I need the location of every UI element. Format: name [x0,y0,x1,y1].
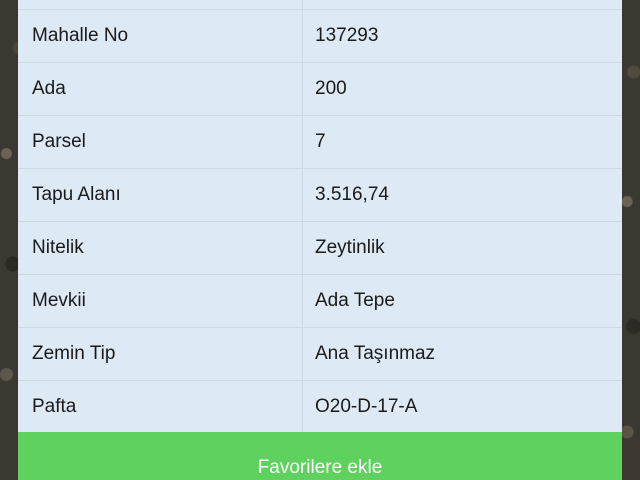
row-value: Ana Taşınmaz [303,328,622,380]
row-value: 7 [303,116,622,168]
row-label: Parsel [18,116,302,168]
row-value: O20-D-17-A [303,381,622,433]
table-row: Mahalle No 137293 [18,10,622,62]
row-label: Mahalle No [18,10,302,62]
add-to-favorites-label: Favorilere ekle [257,457,383,478]
row-label: Pafta [18,381,302,433]
parcel-info-panel: Mahalle No 137293 Ada 200 Parsel 7 Tapu … [18,0,622,480]
row-label [18,0,302,9]
table-row: Mevkii Ada Tepe [18,275,622,327]
table-row: Pafta O20-D-17-A [18,381,622,433]
row-label: Nitelik [18,222,302,274]
parcel-info-table: Mahalle No 137293 Ada 200 Parsel 7 Tapu … [18,0,622,434]
row-label: Tapu Alanı [18,169,302,221]
row-label: Ada [18,63,302,115]
table-row: Tapu Alanı 3.516,74 [18,169,622,221]
row-value: 3.516,74 [303,169,622,221]
row-label: Mevkii [18,275,302,327]
table-row: Zemin Tip Ana Taşınmaz [18,328,622,380]
row-label: Zemin Tip [18,328,302,380]
row-value: 137293 [303,10,622,62]
add-to-favorites-button[interactable]: Favorilere ekle [18,432,622,480]
row-value: Zeytinlik [303,222,622,274]
table-row: Parsel 7 [18,116,622,168]
row-value: 200 [303,63,622,115]
table-row [18,0,622,9]
row-value: Ada Tepe [303,275,622,327]
table-row: Ada 200 [18,63,622,115]
table-row: Nitelik Zeytinlik [18,222,622,274]
row-value [303,0,622,9]
